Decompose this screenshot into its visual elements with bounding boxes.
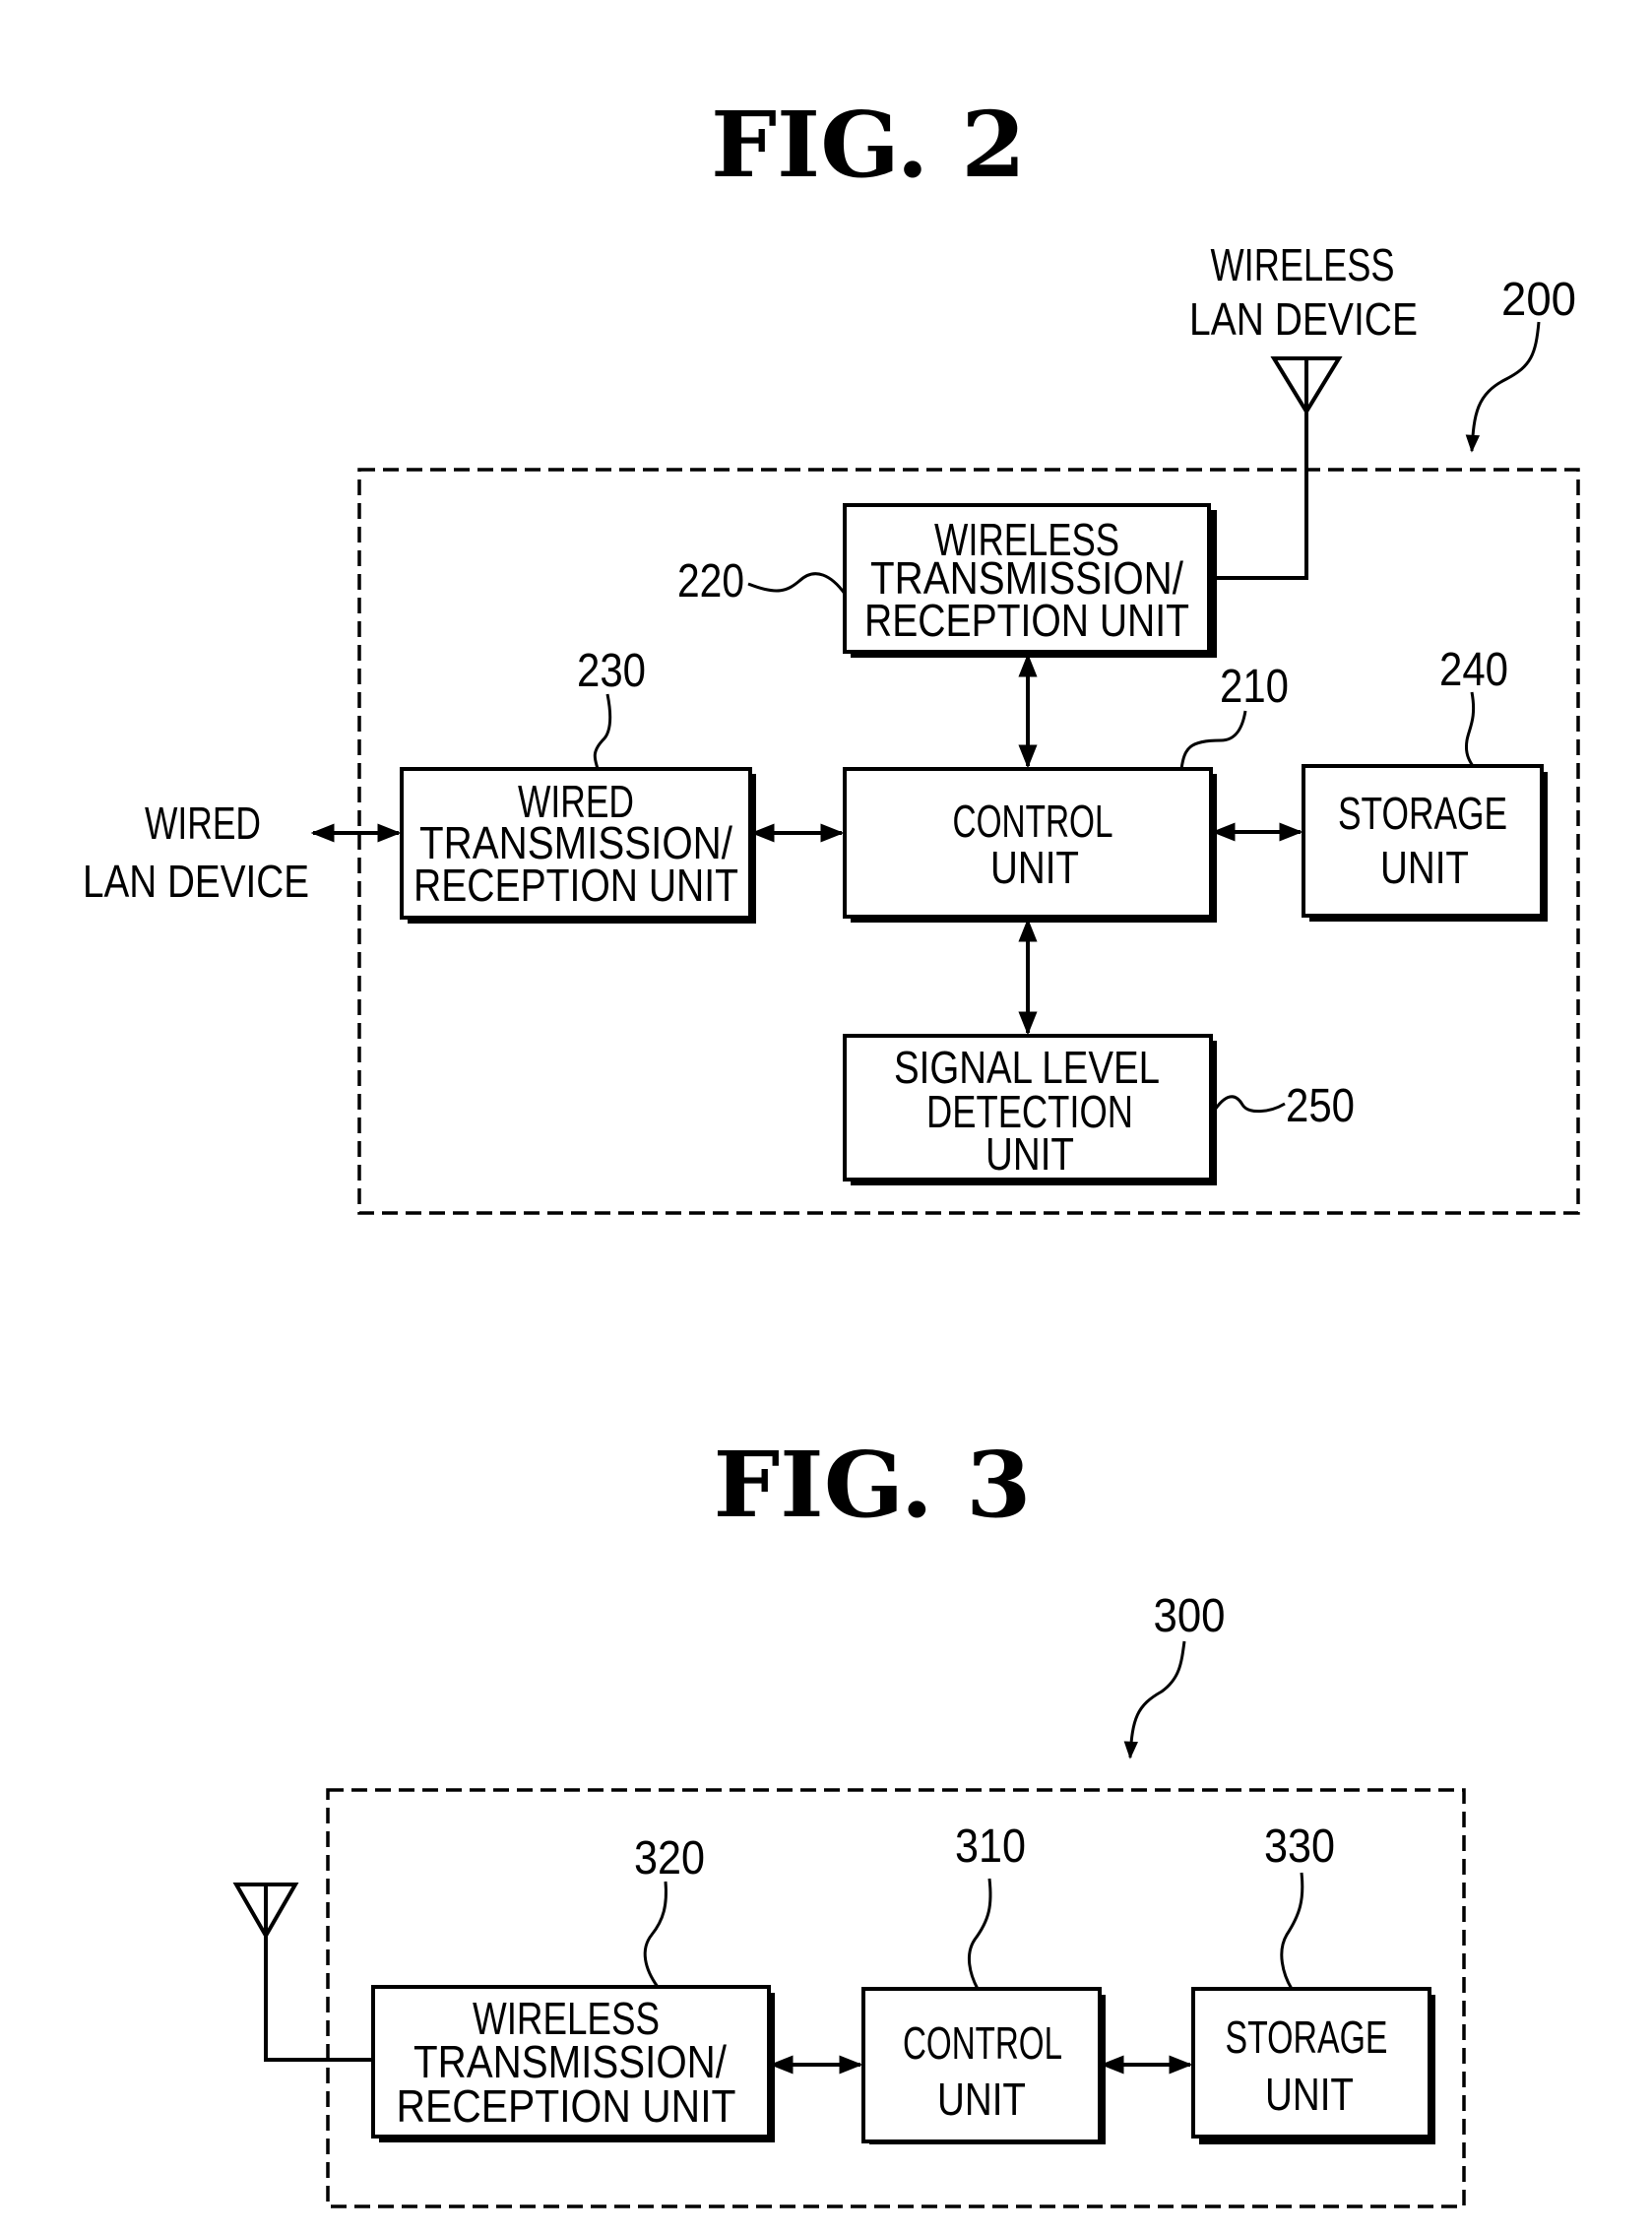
- block-330-storage-unit: STORAGE UNIT: [1191, 1987, 1435, 2144]
- wireless-lan-device-label-line1: WIRELESS: [1211, 239, 1395, 290]
- ref-label-300: 300: [1154, 1590, 1226, 1642]
- ref-label-250: 250: [1286, 1080, 1355, 1132]
- block-330-line2: UNIT: [1265, 2069, 1354, 2120]
- wired-lan-device-label-line1: WIRED: [145, 798, 261, 849]
- ref-label-200: 200: [1501, 274, 1576, 326]
- ref-label-210: 210: [1220, 661, 1289, 713]
- figure-2: FIG. 2 200 WIRELESS LAN DEVICE WIRELESS …: [83, 92, 1580, 1215]
- ref-leader-210: [1179, 710, 1247, 770]
- ref-leader-330: [1280, 1872, 1304, 1990]
- patent-drawing-sheet: FIG. 2 200 WIRELESS LAN DEVICE WIRELESS …: [83, 92, 1580, 2208]
- figure-2-title: FIG. 2: [711, 92, 1026, 198]
- ref-leader-230: [593, 693, 612, 770]
- ref-leader-300: [1123, 1640, 1186, 1759]
- ref-label-310: 310: [955, 1820, 1026, 1873]
- block-220-wireless-transmission-reception-unit: WIRELESS TRANSMISSION/ RECEPTION UNIT: [843, 503, 1217, 658]
- ref-leader-240: [1465, 691, 1476, 767]
- block-210-line1: CONTROL: [953, 796, 1113, 847]
- block-240-storage-unit: STORAGE UNIT: [1302, 764, 1548, 922]
- block-240-line2: UNIT: [1380, 842, 1469, 893]
- wireless-lan-device-label-line2: LAN DEVICE: [1189, 293, 1418, 345]
- block-230-line3: RECEPTION UNIT: [413, 860, 738, 911]
- ref-leader-250: [1211, 1095, 1286, 1114]
- antenna-icon: [1270, 356, 1343, 415]
- antenna-icon: [232, 1883, 299, 1941]
- ref-leader-220: [747, 572, 847, 595]
- block-330-line1: STORAGE: [1226, 2012, 1388, 2063]
- figure-3-title: FIG. 3: [714, 1432, 1032, 1538]
- block-250-line3: UNIT: [985, 1128, 1074, 1180]
- block-220-line3: RECEPTION UNIT: [864, 595, 1189, 646]
- antenna-feed-line: [264, 1936, 373, 2062]
- block-210-line2: UNIT: [990, 842, 1079, 893]
- ref-label-220: 220: [677, 555, 744, 607]
- ref-label-320: 320: [634, 1832, 705, 1884]
- ref-leader-310: [967, 1878, 992, 1990]
- ref-label-240: 240: [1439, 644, 1508, 696]
- block-250-signal-level-detection-unit: SIGNAL LEVEL DETECTION UNIT: [843, 1034, 1217, 1185]
- block-230-wired-transmission-reception-unit: WIRELESS WIRED TRANSMISSION/ RECEPTION U…: [400, 767, 756, 924]
- ref-leader-200: [1465, 321, 1541, 453]
- block-310-line1: CONTROL: [903, 2017, 1062, 2069]
- block-320-wireless-transmission-reception-unit: WIRELESS TRANSMISSION/ RECEPTION UNIT: [371, 1985, 775, 2142]
- antenna-feed-line: [1211, 412, 1308, 580]
- figure-3: FIG. 3 300 WIRELESS TRANSMISSION/ RECEPT…: [232, 1432, 1466, 2208]
- block-310-control-unit: CONTROL UNIT: [861, 1987, 1106, 2144]
- ref-label-330: 330: [1264, 1820, 1335, 1873]
- ref-leader-320: [643, 1881, 667, 1988]
- block-320-line3: RECEPTION UNIT: [397, 2080, 736, 2132]
- wired-lan-device-label-line2: LAN DEVICE: [83, 856, 309, 907]
- block-210-control-unit: CONTROL UNIT: [843, 767, 1217, 923]
- ref-label-230: 230: [577, 645, 646, 697]
- block-310-line2: UNIT: [937, 2074, 1026, 2125]
- block-240-line1: STORAGE: [1338, 788, 1507, 839]
